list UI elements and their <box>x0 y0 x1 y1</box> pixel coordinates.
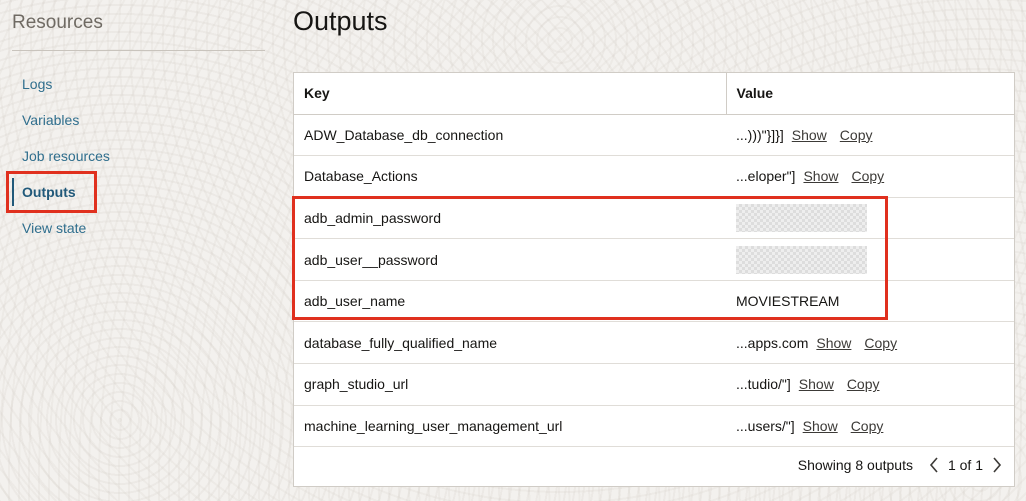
output-key: adb_admin_password <box>294 197 726 240</box>
output-value-cell: MOVIESTREAM <box>726 280 1014 323</box>
table-row: adb_user_name MOVIESTREAM <box>294 280 1014 323</box>
chevron-left-icon <box>929 457 938 473</box>
copy-link[interactable]: Copy <box>840 127 873 143</box>
output-key: ADW_Database_db_connection <box>294 114 726 157</box>
output-value-cell: ...apps.com Show Copy <box>726 321 1014 365</box>
output-key: Database_Actions <box>294 155 726 198</box>
output-value-cell: ...tudio/"] Show Copy <box>726 363 1014 406</box>
show-link[interactable]: Show <box>816 335 851 351</box>
copy-link[interactable]: Copy <box>851 418 884 434</box>
sidebar-item-job-resources[interactable]: Job resources <box>0 138 270 174</box>
sidebar-item-outputs[interactable]: Outputs <box>0 174 270 210</box>
output-value: MOVIESTREAM <box>736 293 840 310</box>
outputs-table-card: Key Value ADW_Database_db_connection...)… <box>293 72 1015 487</box>
copy-link[interactable]: Copy <box>864 335 897 351</box>
previous-page-button[interactable] <box>925 454 943 476</box>
table-row: database_fully_qualified_name ...apps.com… <box>294 321 1014 365</box>
page-indicator: 1 of 1 <box>947 457 983 473</box>
show-link[interactable]: Show <box>799 376 834 392</box>
output-key: graph_studio_url <box>294 363 726 406</box>
output-value: ...tudio/"] <box>736 376 791 393</box>
sidebar-divider <box>12 50 265 51</box>
masked-sensitive-value <box>736 245 867 274</box>
table-row: machine_learning_user_management_url ...u… <box>294 405 1014 448</box>
output-key: adb_user_name <box>294 280 726 323</box>
value-column-header[interactable]: Value <box>726 73 1014 115</box>
output-value-cell <box>726 197 1014 240</box>
table-row: graph_studio_url ...tudio/"] Show Copy <box>294 363 1014 406</box>
table-row: Database_Actions ...eloper"] Show Copy <box>294 155 1014 198</box>
next-page-button[interactable] <box>988 454 1006 476</box>
show-link[interactable]: Show <box>803 168 838 184</box>
output-key: database_fully_qualified_name <box>294 321 726 365</box>
table-row: adb_user__password <box>294 238 1014 281</box>
page-title: Outputs <box>293 6 388 36</box>
key-column-header[interactable]: Key <box>294 73 727 115</box>
output-value-cell: ...users/"] Show Copy <box>726 405 1014 448</box>
table-row: adb_admin_password <box>294 197 1014 240</box>
sidebar-item-view-state[interactable]: View state <box>0 210 270 246</box>
outputs-table: Key Value ADW_Database_db_connection...)… <box>294 73 1014 448</box>
sidebar-title: Resources <box>12 12 103 33</box>
sidebar-item-variables[interactable]: Variables <box>0 102 270 138</box>
masked-sensitive-value <box>736 203 867 232</box>
copy-link[interactable]: Copy <box>847 376 880 392</box>
table-footer: Showing 8 outputs 1 of 1 <box>294 444 1014 486</box>
output-key: machine_learning_user_management_url <box>294 405 726 448</box>
output-value: ...eloper"] <box>736 168 796 185</box>
resources-sidebar: Resources Logs Variables Job resources O… <box>0 0 270 501</box>
sidebar-nav: Logs Variables Job resources Outputs Vie… <box>0 66 270 246</box>
chevron-right-icon <box>993 457 1002 473</box>
showing-count: Showing 8 outputs <box>797 457 913 473</box>
sidebar-item-logs[interactable]: Logs <box>0 66 270 102</box>
output-key: adb_user__password <box>294 238 726 281</box>
output-value-cell <box>726 238 1014 281</box>
output-value: ...users/"] <box>736 417 795 434</box>
show-link[interactable]: Show <box>792 127 827 143</box>
output-value: ...apps.com <box>736 334 809 351</box>
output-value: ...)))"}]}] <box>736 126 784 143</box>
show-link[interactable]: Show <box>803 418 838 434</box>
table-body: ADW_Database_db_connection ...)))"}]}] Sho… <box>294 114 1014 448</box>
table-header-row: Key Value <box>294 73 1014 115</box>
table-row: ADW_Database_db_connection ...)))"}]}] Sho… <box>294 114 1014 157</box>
output-value-cell: ...)))"}]}] Show Copy <box>726 114 1014 157</box>
copy-link[interactable]: Copy <box>851 168 884 184</box>
output-value-cell: ...eloper"] Show Copy <box>726 155 1014 198</box>
